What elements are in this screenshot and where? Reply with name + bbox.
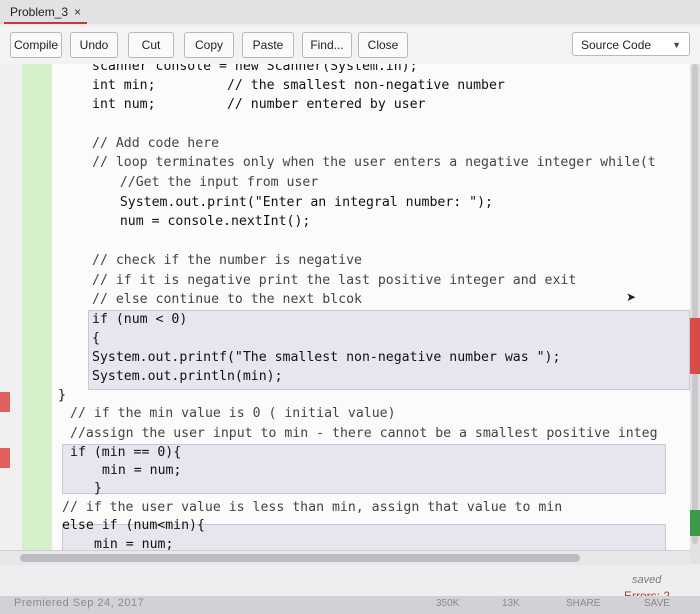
find-button[interactable]: Find...: [302, 32, 352, 58]
code-line: {: [92, 331, 100, 346]
close-tab-icon[interactable]: ×: [74, 5, 81, 19]
code-line: System.out.println(min);: [92, 369, 283, 384]
bluej-editor-window: Problem_3 × Compile Undo Cut Copy Paste F…: [0, 0, 700, 614]
like-count: 13K: [502, 598, 520, 609]
vertical-scrollbar[interactable]: [690, 64, 700, 564]
background-red-strip: [690, 318, 700, 374]
share-label: SHARE: [566, 598, 601, 609]
view-count: 350K: [436, 598, 460, 609]
vertical-scroll-thumb[interactable]: [692, 64, 698, 544]
code-line: if (num < 0): [92, 312, 188, 327]
save-label: SAVE: [644, 598, 670, 609]
code-line: if (min == 0){: [70, 445, 182, 460]
code-line: min = num;: [102, 463, 182, 478]
tab-title: Problem_3: [10, 5, 69, 19]
code-line: //assign the user input to min - there c…: [70, 426, 658, 441]
view-mode-label: Source Code: [581, 38, 652, 52]
code-text[interactable]: scanner console = new Scanner(System.in)…: [0, 64, 658, 550]
close-button[interactable]: Close: [358, 32, 408, 58]
horizontal-scroll-thumb[interactable]: [20, 554, 580, 562]
tab-bar: Problem_3 ×: [0, 0, 700, 24]
mouse-cursor-icon: ➤: [626, 290, 637, 304]
code-line: // if the user value is less than min, a…: [62, 500, 563, 515]
compile-button[interactable]: Compile: [10, 32, 62, 58]
code-line: // else continue to the next blcok: [92, 292, 362, 307]
code-line: //Get the input from user: [96, 175, 319, 190]
paste-button[interactable]: Paste: [242, 32, 294, 58]
code-line: // Add code here: [92, 136, 220, 151]
code-line: int min; // the smallest non-negative nu…: [92, 78, 505, 93]
background-green-strip: [690, 510, 700, 536]
code-line: }: [94, 481, 102, 496]
code-editor[interactable]: scanner console = new Scanner(System.in)…: [0, 64, 690, 550]
saved-status: saved: [632, 574, 662, 586]
code-line: // if the min value is 0 ( initial value…: [70, 406, 396, 421]
code-line: // if it is negative print the last posi…: [92, 273, 577, 288]
code-line: min = num;: [94, 537, 174, 550]
code-line: // loop terminates only when the user en…: [92, 155, 656, 170]
code-line: else if (num<min){: [62, 518, 205, 533]
code-line: }: [58, 388, 66, 403]
toolbar: Compile Undo Cut Copy Paste Find... Clos…: [0, 26, 700, 65]
video-premiere-date: Premiered Sep 24, 2017: [14, 597, 145, 609]
code-line: int num; // number entered by user: [92, 97, 426, 112]
code-line: System.out.print("Enter an integral numb…: [96, 195, 493, 210]
copy-button[interactable]: Copy: [184, 32, 234, 58]
horizontal-scrollbar[interactable]: [0, 550, 690, 565]
view-mode-select[interactable]: Source Code ▼: [572, 32, 690, 56]
code-line: scanner console = new Scanner(System.in)…: [92, 64, 418, 74]
cut-button[interactable]: Cut: [128, 32, 174, 58]
code-line: // check if the number is negative: [92, 253, 362, 268]
background-video-strip: Premiered Sep 24, 2017 350K 13K SHARE SA…: [0, 596, 700, 614]
code-line: System.out.printf("The smallest non-nega…: [92, 350, 561, 365]
chevron-down-icon: ▼: [672, 40, 681, 50]
undo-button[interactable]: Undo: [70, 32, 118, 58]
tab-problem-3[interactable]: Problem_3 ×: [4, 2, 88, 24]
code-line: num = console.nextInt();: [96, 214, 311, 229]
